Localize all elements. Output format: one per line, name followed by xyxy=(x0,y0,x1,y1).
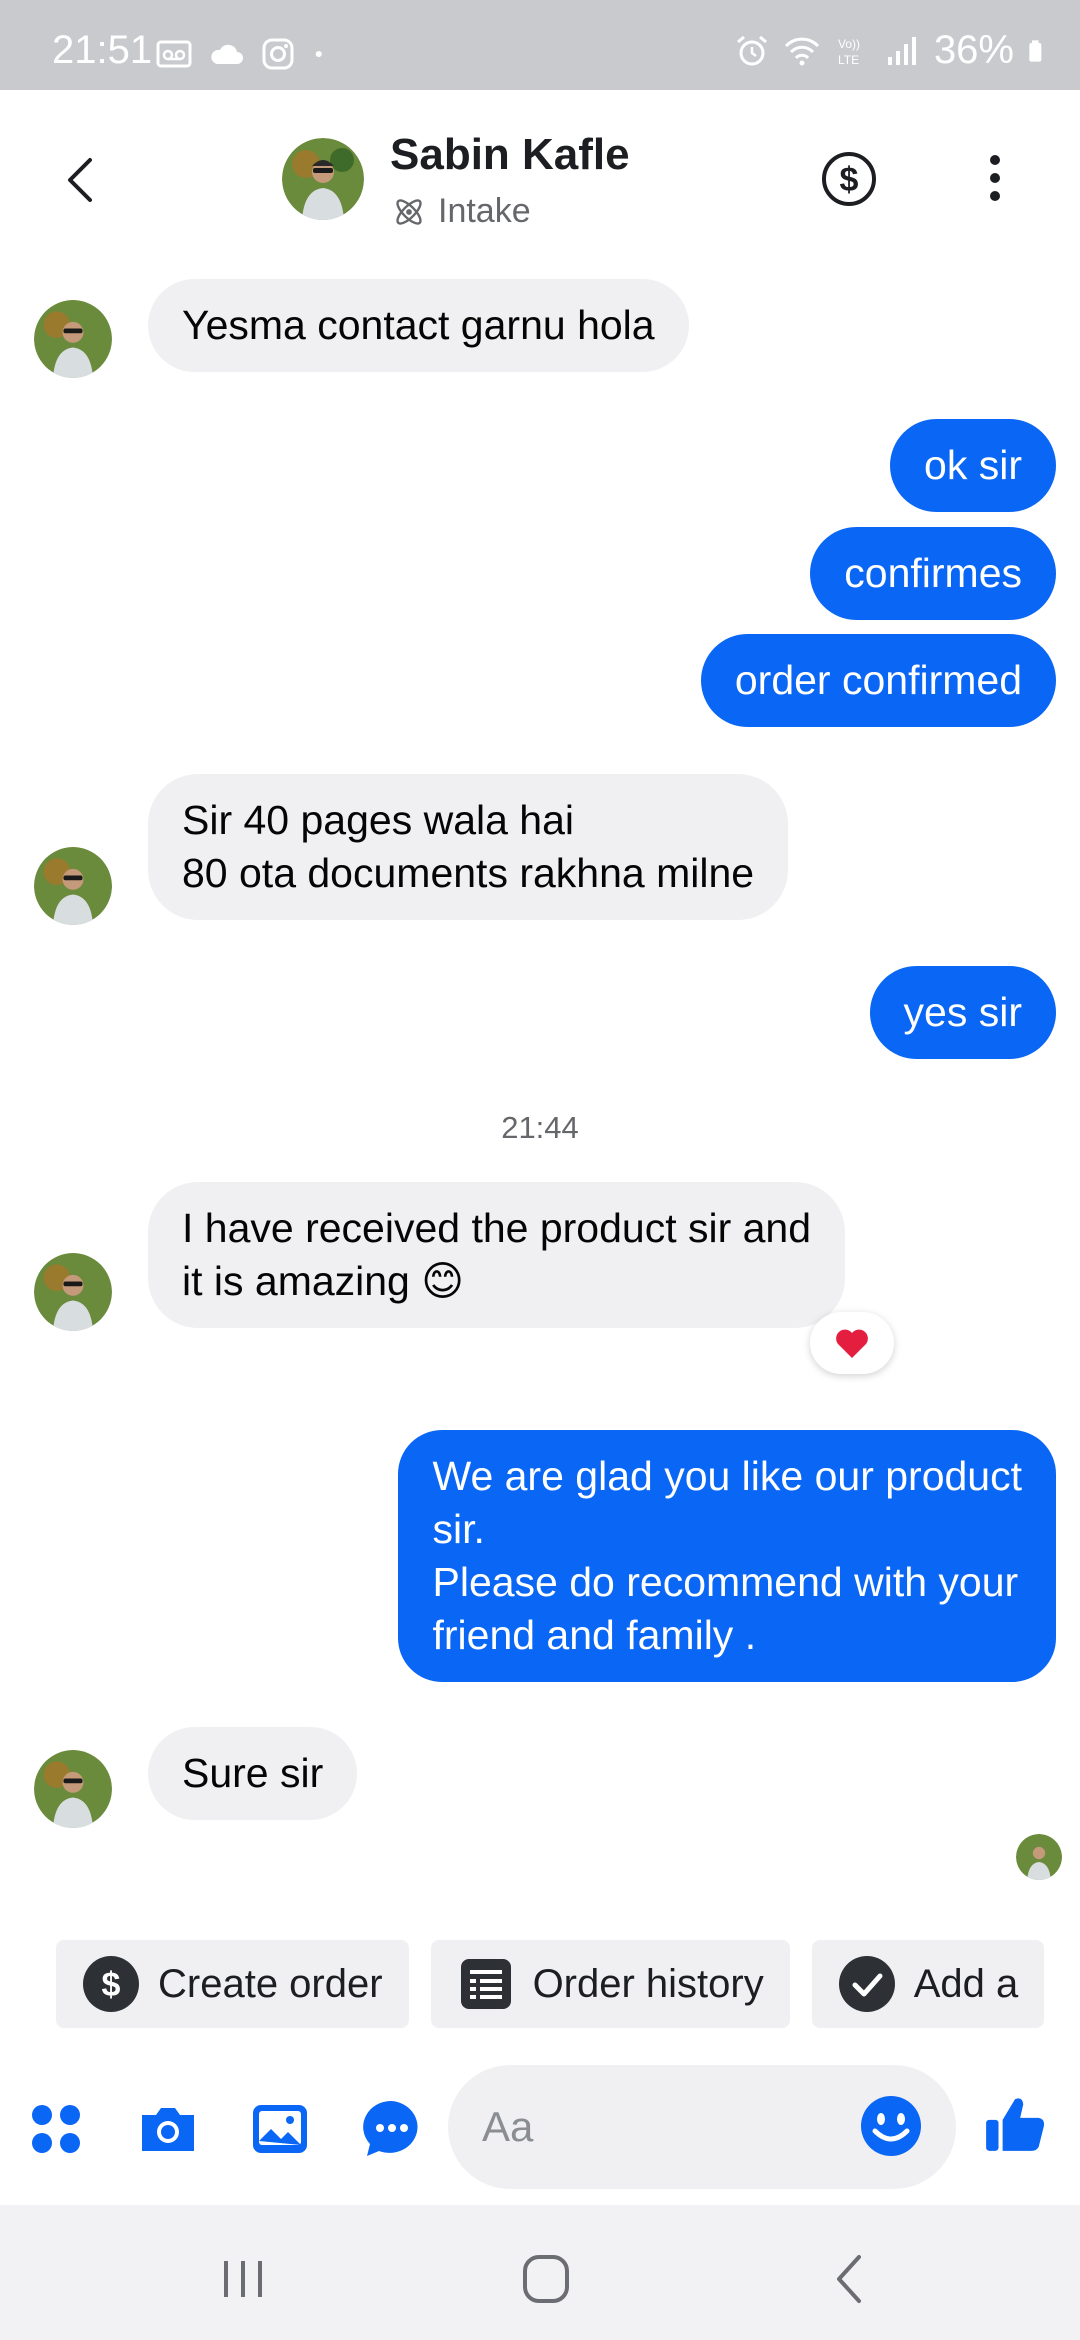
conversation-header: Sabin Kafle Intake $ xyxy=(0,90,1080,262)
message-bubble-outgoing[interactable]: We are glad you like our product sir. Pl… xyxy=(398,1430,1056,1682)
message-bubble-incoming[interactable]: Yesma contact garnu hola xyxy=(148,279,689,372)
message-text: confirmes xyxy=(844,550,1022,596)
status-time: 21:51 xyxy=(52,28,153,72)
back-button[interactable] xyxy=(52,150,112,210)
sender-avatar[interactable] xyxy=(34,847,112,925)
message-text: I have received the product sir and xyxy=(182,1205,812,1251)
contact-name[interactable]: Sabin Kafle xyxy=(390,130,630,180)
contact-subtitle[interactable]: Intake xyxy=(390,192,531,231)
sender-avatar[interactable] xyxy=(34,300,112,378)
battery-icon xyxy=(1029,39,1042,62)
create-order-label: Create order xyxy=(158,1961,383,2006)
thumbs-up-icon[interactable] xyxy=(982,2091,1048,2157)
message-bubble-incoming[interactable]: I have received the product sir and it i… xyxy=(148,1182,846,1328)
create-order-button[interactable]: $ Create order xyxy=(56,1940,409,2028)
dot-icon xyxy=(315,50,322,58)
volte-icon: Vo)) LTE xyxy=(838,37,860,67)
message-text: ok sir xyxy=(924,442,1022,488)
contact-avatar[interactable] xyxy=(282,138,364,220)
order-history-label: Order history xyxy=(532,1961,764,2006)
battery-percent: 36% xyxy=(933,28,1014,72)
wifi-icon xyxy=(784,37,820,65)
system-navigation-bar xyxy=(0,2205,1080,2340)
gallery-icon[interactable] xyxy=(248,2097,312,2161)
message-bubble-incoming[interactable]: Sure sir xyxy=(148,1727,358,1820)
chat-bubble-icon[interactable] xyxy=(360,2097,424,2161)
signal-icon xyxy=(887,36,916,65)
emoji-icon[interactable] xyxy=(858,2093,924,2159)
message-input[interactable]: Aa xyxy=(448,2065,956,2189)
message-text: Yesma contact garnu hola xyxy=(182,302,655,348)
intake-atom-icon xyxy=(396,198,422,225)
message-bubble-outgoing[interactable]: ok sir xyxy=(890,419,1056,512)
add-action-button[interactable]: Add a xyxy=(811,1940,1045,2028)
message-bubble-outgoing[interactable]: yes sir xyxy=(869,966,1056,1059)
message-timestamp: 21:44 xyxy=(501,1110,579,1145)
instagram-icon xyxy=(262,38,294,70)
seen-receipt-avatar xyxy=(1016,1834,1062,1880)
quick-actions-bar: $ Create order Order history Add a xyxy=(56,1940,1080,2028)
message-text: sir. xyxy=(432,1506,485,1552)
more-options-button[interactable] xyxy=(975,148,1015,208)
camera-icon[interactable] xyxy=(136,2097,200,2161)
alarm-icon xyxy=(736,35,767,65)
reaction-badge[interactable] xyxy=(810,1312,894,1374)
message-text: Sure sir xyxy=(182,1750,324,1796)
svg-text:$: $ xyxy=(102,1966,121,2004)
message-text: We are glad you like our product xyxy=(432,1453,1022,1499)
payment-button[interactable]: $ xyxy=(820,150,878,208)
message-input-placeholder: Aa xyxy=(482,2103,534,2150)
status-bar: 21:51 Vo)) LTE 36% xyxy=(0,0,1080,90)
message-bubble-incoming[interactable]: Sir 40 pages wala hai 80 ota documents r… xyxy=(148,774,789,920)
message-text: Sir 40 pages wala hai xyxy=(182,797,575,843)
check-circle-icon xyxy=(838,1956,895,2012)
apps-icon[interactable] xyxy=(24,2097,88,2161)
home-button[interactable] xyxy=(511,2249,581,2309)
back-nav-button[interactable] xyxy=(815,2249,885,2309)
heart-icon xyxy=(836,1329,868,1358)
message-text: friend and family . xyxy=(432,1612,757,1658)
receipt-icon xyxy=(460,1959,511,2009)
sender-avatar[interactable] xyxy=(34,1750,112,1828)
message-text: yes sir xyxy=(903,989,1022,1035)
subtitle-label: Intake xyxy=(438,192,531,230)
dollar-circle-icon: $ xyxy=(83,1956,139,2012)
voicemail-icon xyxy=(156,40,192,68)
sender-avatar[interactable] xyxy=(34,1253,112,1331)
message-bubble-outgoing[interactable]: confirmes xyxy=(810,527,1056,620)
message-text: 80 ota documents rakhna milne xyxy=(182,850,755,896)
svg-text:LTE: LTE xyxy=(838,53,859,67)
message-bubble-outgoing[interactable]: order confirmed xyxy=(700,634,1056,727)
order-history-button[interactable]: Order history xyxy=(430,1940,790,2028)
add-action-label: Add a xyxy=(913,1961,1019,2006)
message-text: order confirmed xyxy=(734,657,1022,703)
cloud-icon xyxy=(211,44,243,64)
recent-apps-button[interactable] xyxy=(208,2249,278,2309)
message-composer: Aa xyxy=(0,2055,1080,2205)
svg-text:$: $ xyxy=(840,161,859,199)
message-text: Please do recommend with your xyxy=(432,1559,1019,1605)
message-text: it is amazing 😊 xyxy=(182,1258,464,1304)
svg-text:Vo)): Vo)) xyxy=(838,37,860,51)
